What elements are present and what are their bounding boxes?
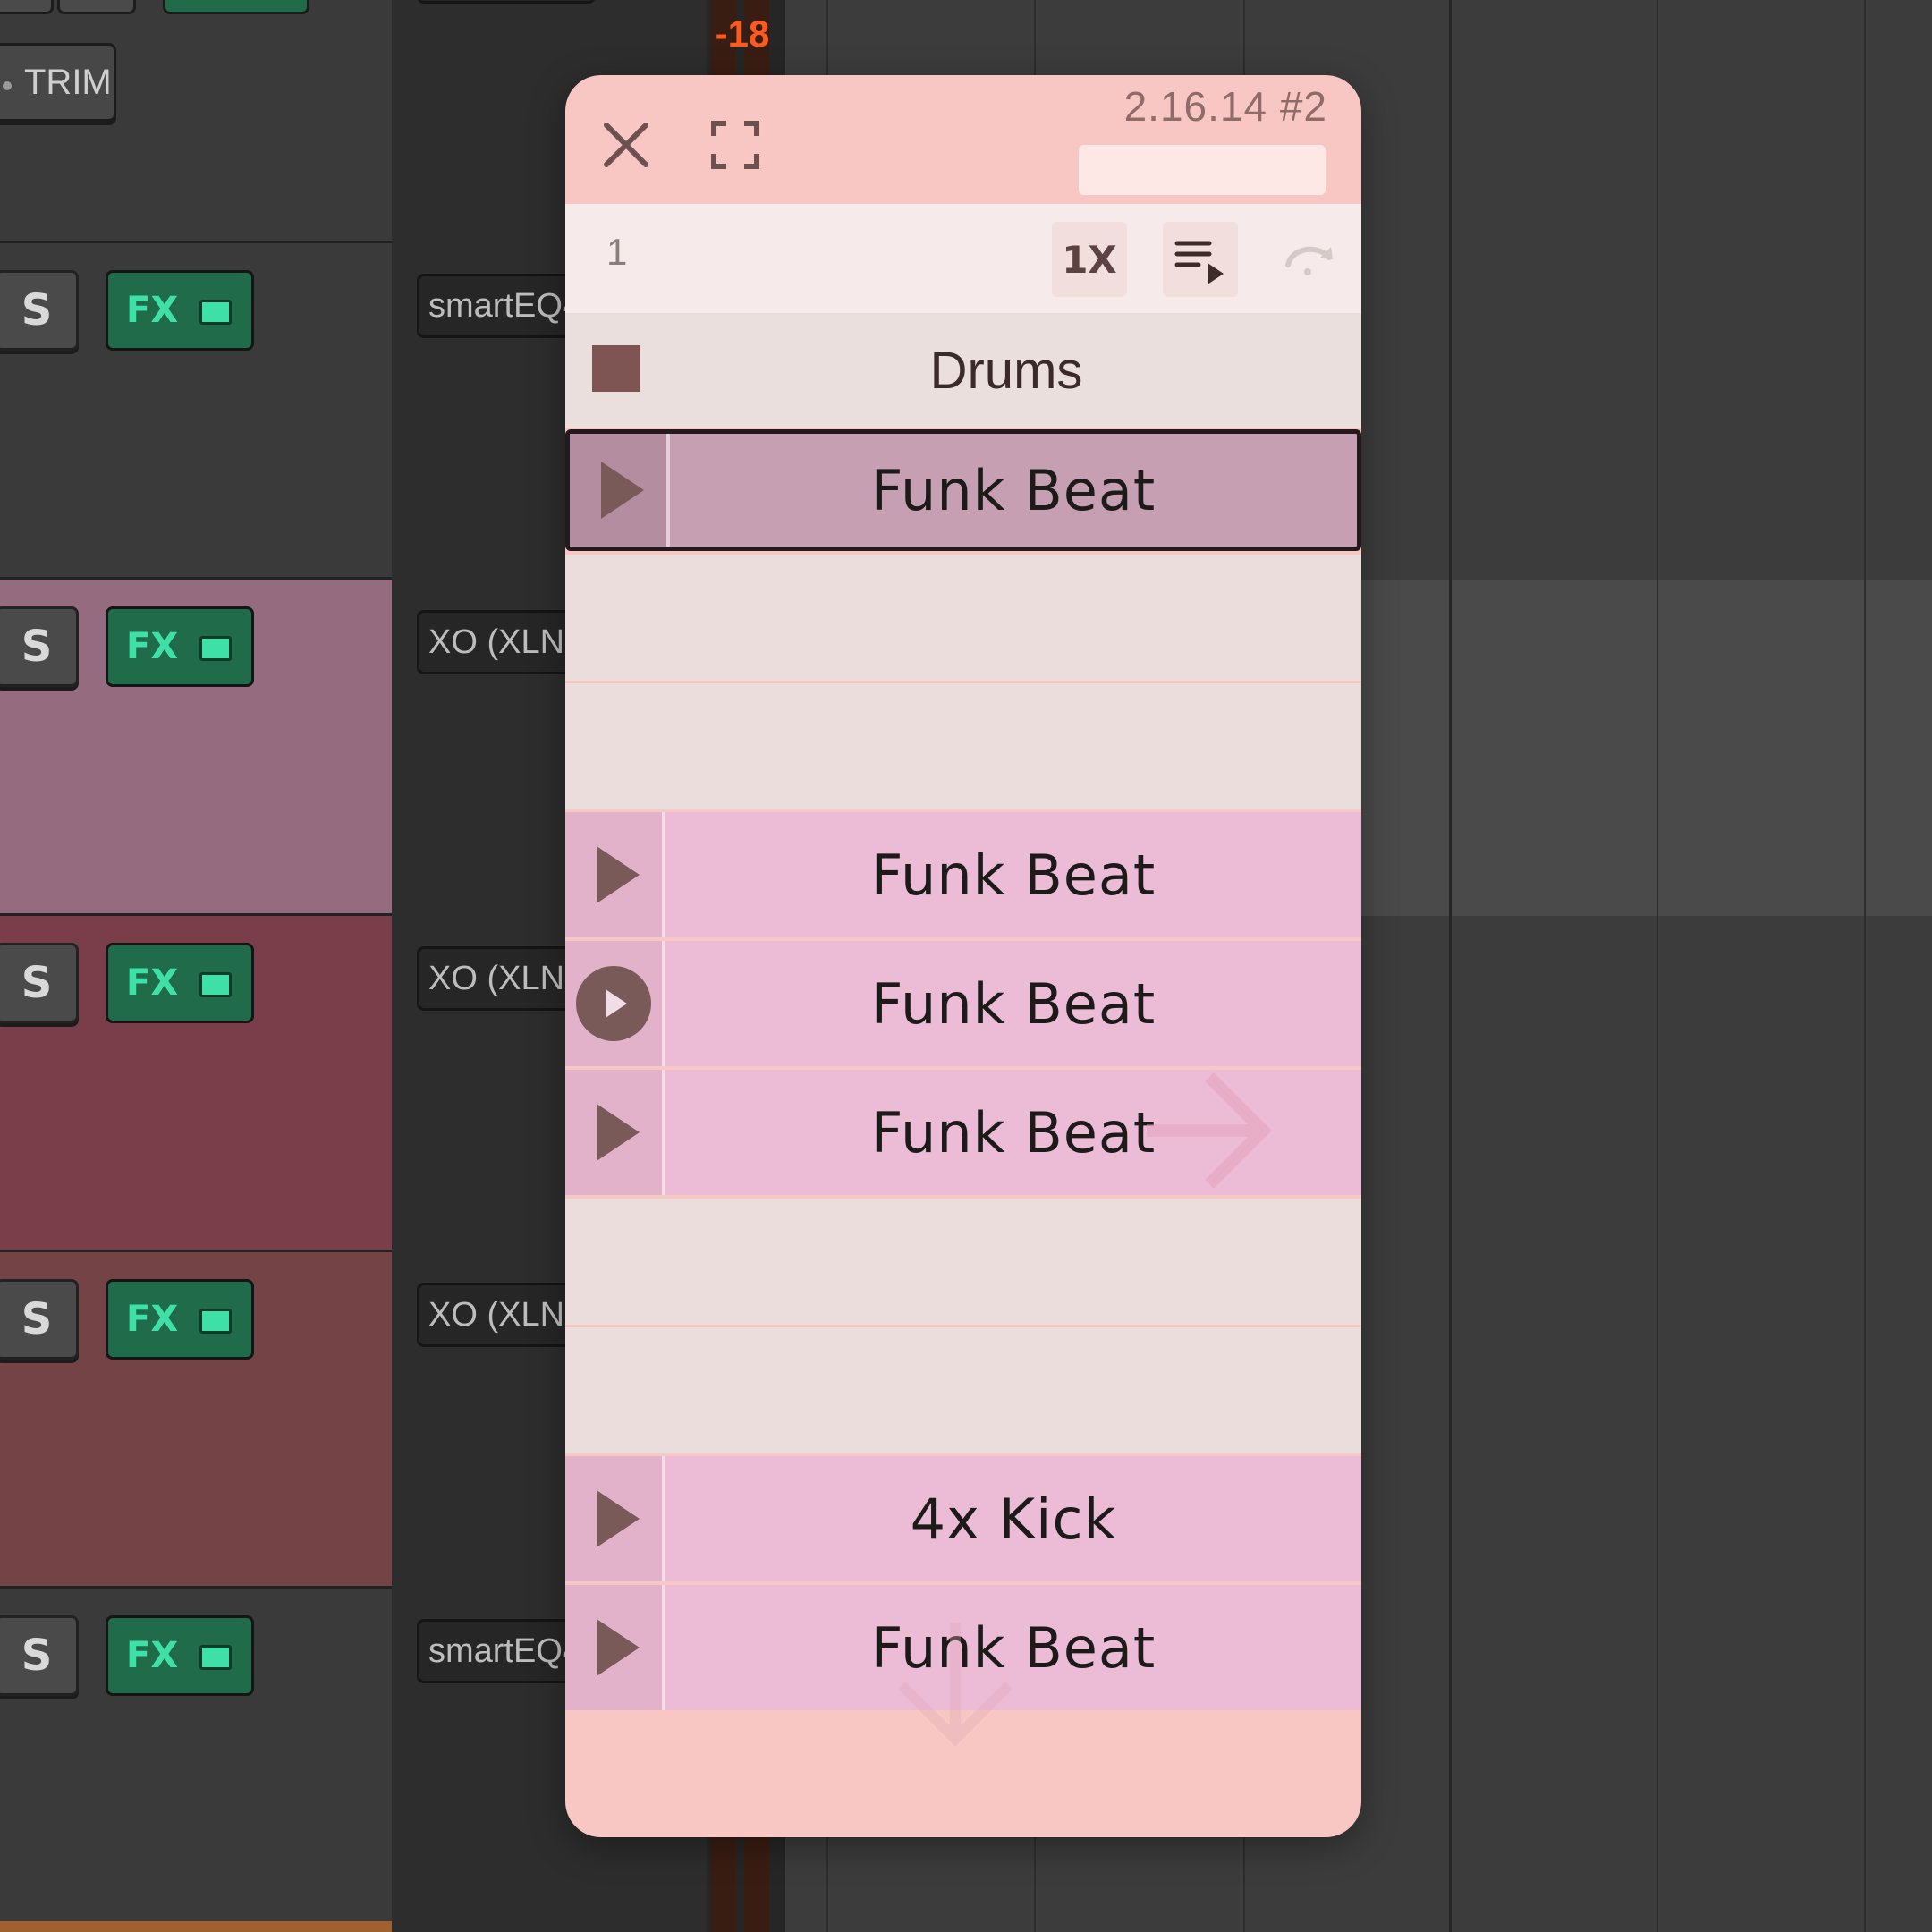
fx-label: FX: [126, 962, 179, 1004]
solo-button[interactable]: S: [0, 943, 79, 1023]
trim-button[interactable]: TRIM: [0, 43, 116, 122]
track-row: S FX: [0, 580, 392, 916]
empty-clip-slot[interactable]: [565, 555, 1361, 683]
playing-icon: [576, 966, 651, 1041]
clip-play-button[interactable]: [565, 941, 665, 1066]
version-label: 2.16.14 #2: [1123, 83, 1327, 130]
timeline-gridline: [1657, 0, 1658, 1932]
fx-led-icon: [199, 300, 232, 325]
empty-clip-slot[interactable]: [565, 683, 1361, 812]
clip-name: Funk Beat: [870, 842, 1157, 908]
track-button[interactable]: [57, 0, 136, 14]
fx-button[interactable]: FX: [106, 270, 254, 351]
daw-window: TRIM S FX S FX S FX S FX S FX smartEQ4 X…: [0, 0, 1932, 1932]
clip-name: 4x Kick: [910, 1486, 1117, 1552]
empty-clip-slot[interactable]: [565, 1199, 1361, 1327]
track-row: S FX: [0, 916, 392, 1252]
clip-play-button[interactable]: [565, 1585, 665, 1710]
group-title: Drums: [929, 341, 1083, 400]
track-color-strip: [0, 1921, 392, 1932]
play-icon: [597, 846, 640, 903]
clip-play-button[interactable]: [565, 1070, 665, 1195]
track-button[interactable]: [163, 0, 309, 14]
fx-label: FX: [126, 626, 179, 667]
clip-slot[interactable]: Funk Beat: [565, 429, 1361, 551]
play-icon: [597, 1490, 640, 1547]
queue-button[interactable]: [1163, 222, 1238, 297]
play-icon: [601, 462, 644, 519]
play-icon: [597, 1104, 640, 1161]
fx-button[interactable]: FX: [106, 943, 254, 1023]
panel-toolbar: 1 1X: [565, 204, 1361, 313]
track-button[interactable]: [0, 0, 54, 14]
fx-button[interactable]: FX: [106, 606, 254, 687]
arrow-down-icon: [897, 1623, 1013, 1747]
timeline-gridline: [1864, 0, 1866, 1932]
panel-name-field[interactable]: [1079, 145, 1326, 195]
clip-name: Funk Beat: [870, 457, 1157, 523]
redo-icon: [1285, 246, 1333, 275]
clip-slot[interactable]: 4x Kick: [565, 1456, 1361, 1585]
clip-slot[interactable]: Funk Beat: [565, 812, 1361, 941]
plugin-slot[interactable]: [417, 0, 596, 4]
track-row: S FX: [0, 243, 392, 580]
play-queue-icon: [1174, 241, 1224, 284]
fx-led-icon: [199, 1309, 232, 1334]
clip-launcher-panel: 2.16.14 #2 1 1X Drums Funk Beat Funk Bea…: [565, 75, 1361, 1837]
fx-label: FX: [126, 290, 179, 331]
fx-label: FX: [126, 1299, 179, 1340]
fx-button[interactable]: FX: [106, 1279, 254, 1360]
clip-play-button[interactable]: [565, 1456, 665, 1581]
clip-play-button[interactable]: [570, 434, 670, 547]
timeline-bar-line: [1449, 0, 1452, 1932]
arrow-right-icon: [1147, 1072, 1272, 1189]
solo-button[interactable]: S: [0, 1279, 79, 1360]
fx-label: FX: [126, 1635, 179, 1676]
close-icon: [604, 123, 648, 167]
trim-dot-icon: [3, 81, 12, 90]
empty-clip-slot[interactable]: [565, 1327, 1361, 1456]
solo-button[interactable]: S: [0, 1615, 79, 1696]
play-icon: [597, 1619, 640, 1676]
fx-led-icon: [199, 636, 232, 661]
track-row: S FX: [0, 1589, 392, 1932]
scene-number: 1: [606, 231, 628, 273]
solo-button[interactable]: S: [0, 270, 79, 351]
fx-led-icon: [199, 972, 232, 997]
fx-button[interactable]: FX: [106, 1615, 254, 1696]
clip-name: Funk Beat: [870, 970, 1157, 1037]
clip-slot[interactable]: Funk Beat: [565, 941, 1361, 1070]
fullscreen-icon: [711, 121, 759, 169]
speed-button[interactable]: 1X: [1052, 222, 1127, 297]
fx-led-icon: [199, 1645, 232, 1670]
close-button[interactable]: [590, 109, 662, 181]
expand-button[interactable]: [699, 109, 771, 181]
clip-play-button[interactable]: [565, 812, 665, 937]
meter-peak-value: -18: [715, 13, 770, 55]
track-row: S FX: [0, 1252, 392, 1589]
trim-label: TRIM: [24, 62, 112, 102]
track-row: TRIM: [0, 0, 392, 243]
solo-button[interactable]: S: [0, 606, 79, 687]
loop-button[interactable]: [1272, 222, 1347, 297]
